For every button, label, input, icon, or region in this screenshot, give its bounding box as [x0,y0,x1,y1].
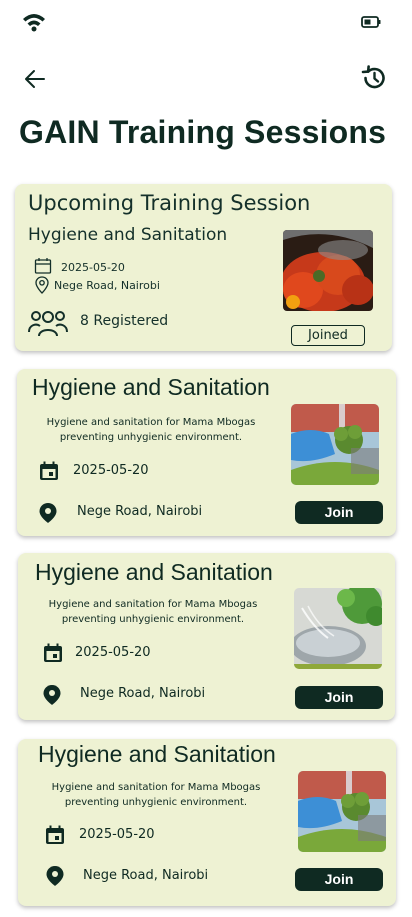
joined-button[interactable]: Joined [291,325,365,346]
session-date: 2025-05-20 [75,645,151,660]
people-group-icon [28,311,68,337]
session-image-tomatoes [283,230,373,311]
battery-icon [361,16,381,28]
session-date: 2025-05-20 [79,827,155,842]
session-card[interactable]: Hygiene and Sanitation Hygiene and sanit… [17,369,396,536]
registered-count: 8 Registered [80,313,169,329]
history-icon[interactable] [360,64,388,92]
join-button[interactable]: Join [295,868,383,891]
session-card[interactable]: Hygiene and Sanitation Hygiene and sanit… [18,739,396,906]
session-date: 2025-05-20 [73,463,149,478]
session-card[interactable]: Hygiene and Sanitation Hygiene and sanit… [18,553,395,720]
session-image-broccoli [291,404,379,485]
upcoming-session-card[interactable]: Upcoming Training Session Hygiene and Sa… [15,184,392,351]
session-image-broccoli [298,771,386,852]
session-description: Hygiene and sanitation for Mama Mbogas p… [51,782,261,808]
location-pin-icon [39,503,57,523]
calendar-icon [40,461,58,480]
calendar-icon [44,643,62,662]
session-location: Nege Road, Nairobi [80,686,206,701]
wifi-icon [23,14,45,32]
session-location: Nege Road, Nairobi [77,504,203,519]
join-button[interactable]: Join [295,686,383,709]
session-title: Hygiene and Sanitation [32,374,270,400]
top-app-bar [0,60,412,100]
join-button[interactable]: Join [295,501,383,524]
calendar-outline-icon [34,258,52,274]
session-location: Nege Road, Nairobi [83,868,209,883]
upcoming-date: 2025-05-20 [61,261,125,274]
location-pin-icon [46,866,64,886]
location-pin-outline-icon [35,276,49,294]
session-description: Hygiene and sanitation for Mama Mbogas p… [46,417,256,443]
arrow-left-icon[interactable] [22,66,48,92]
upcoming-location: Nege Road, Nairobi [54,279,160,292]
status-bar [0,0,412,44]
upcoming-session-title: Hygiene and Sanitation [28,225,228,245]
session-title: Hygiene and Sanitation [38,741,276,767]
session-image-washing-greens [294,588,382,669]
upcoming-heading: Upcoming Training Session [28,191,311,215]
location-pin-icon [43,685,61,705]
page-title: GAIN Training Sessions [19,114,387,150]
session-title: Hygiene and Sanitation [35,559,273,585]
session-description: Hygiene and sanitation for Mama Mbogas p… [48,599,258,625]
calendar-icon [46,825,64,844]
